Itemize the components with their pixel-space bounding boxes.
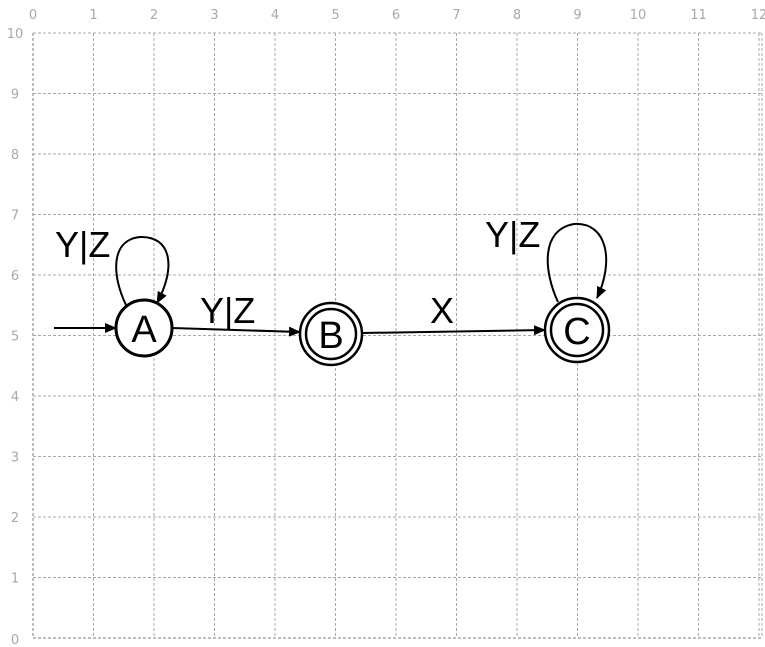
transition-b-c-label: X: [430, 290, 454, 331]
x-tick-label: 7: [452, 8, 460, 23]
state-b-label: B: [318, 315, 343, 357]
x-tick-label: 6: [392, 8, 400, 23]
y-axis-ticks: 0 1 2 3 4 5 6 7 8 9 10: [7, 27, 24, 647]
y-tick-label: 1: [11, 572, 19, 587]
x-tick-label: 2: [150, 8, 158, 23]
y-tick-label: 6: [11, 269, 19, 284]
x-tick-label: 10: [630, 8, 647, 23]
x-tick-label: 8: [513, 8, 521, 23]
state-a-label: A: [131, 309, 157, 351]
y-tick-label: 4: [11, 390, 19, 405]
y-tick-label: 2: [11, 511, 19, 526]
state-c-label: C: [563, 311, 590, 353]
y-tick-label: 3: [11, 451, 19, 466]
transition-a-loop-label: Y|Z: [55, 224, 110, 265]
x-tick-label: 3: [210, 8, 218, 23]
y-tick-label: 9: [11, 88, 19, 103]
transition-a-b-label: Y|Z: [200, 290, 255, 331]
transition-c-loop: [546, 222, 608, 303]
x-tick-label: 11: [690, 8, 707, 23]
y-tick-label: 0: [11, 633, 19, 647]
y-tick-label: 10: [7, 27, 24, 42]
x-tick-label: 9: [573, 8, 581, 23]
state-c: C: [543, 296, 611, 364]
x-tick-label: 1: [89, 8, 97, 23]
automaton-canvas: 0 1 2 3 4 5 6 7 8 9 10 11 12 012345678910 Y|Z Y|Z X …: [7, 8, 765, 647]
x-tick-label: 12: [751, 8, 765, 23]
x-tick-label: 5: [331, 8, 339, 23]
transition-c-loop-label: Y|Z: [485, 214, 540, 255]
y-tick-label: 5: [11, 330, 19, 345]
y-tick-label: 7: [11, 209, 19, 224]
transition-a-loop: [115, 235, 170, 306]
state-a: A: [114, 298, 174, 358]
x-tick-label: 4: [271, 8, 279, 23]
x-tick-label: 0: [29, 8, 37, 23]
x-axis-ticks: 0 1 2 3 4 5 6 7 8 9 10 11 12: [29, 8, 765, 23]
y-tick-label: 8: [11, 148, 19, 163]
state-b: B: [298, 301, 364, 367]
